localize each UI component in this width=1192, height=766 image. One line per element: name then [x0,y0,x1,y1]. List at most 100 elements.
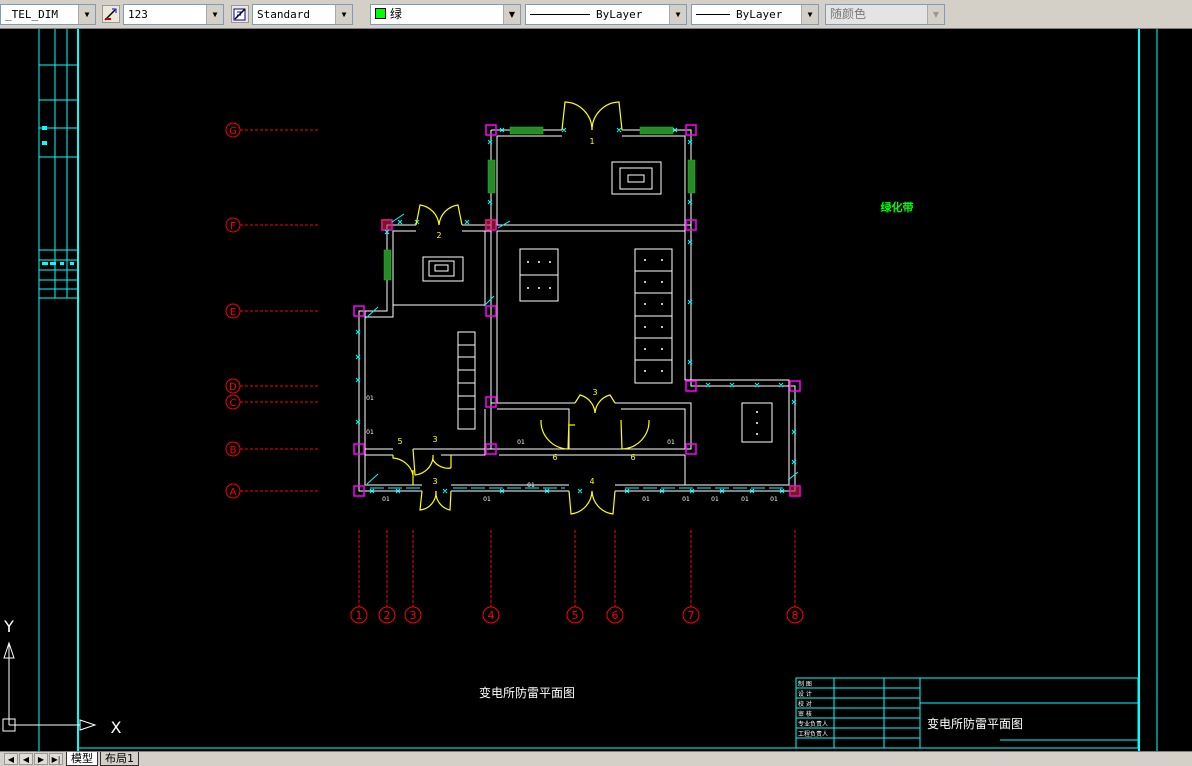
linetype-value: ByLayer [596,8,643,21]
title-block-row: 审 核 [798,710,812,718]
ucs-x-label: X [111,718,122,737]
axis-label-d: D [229,382,237,393]
tab-model-label: 模型 [71,752,93,765]
prev-tab-icon: ◀ [22,755,30,764]
axis-label-8: 8 [792,609,799,622]
room-number: 1 [589,137,594,146]
window-marks [355,127,799,494]
title-block-row: 设 计 [798,690,812,698]
tab-layout1[interactable]: 布局1 [100,752,139,766]
axis-label-3: 3 [410,609,417,622]
room-numbers: 1 2 3 3 3 4 5 6 6 [397,137,635,486]
ucs-y-label: Y [3,617,14,636]
text-style-icon[interactable] [231,5,249,23]
window-tag: 01 [483,496,491,503]
window-tag: 01 [517,439,525,446]
linetype-combo[interactable]: ByLayer ▼ [525,4,687,25]
tab-model[interactable]: 模型 [66,752,98,766]
axis-label-6: 6 [612,609,619,622]
lineweight-value: ByLayer [736,8,783,21]
axis-label-2: 2 [384,609,391,622]
title-block-rows: 制 图 设 计 校 对 审 核 专业负责人 工程负责人 [798,680,828,738]
properties-toolbar: _TEL_DIM ▼ 123 ▼ Standard ▼ 绿 ▼ ByLayer … [0,0,1192,29]
lineweight-sample [696,14,730,15]
green-color-swatch [375,8,386,19]
last-tab-button[interactable]: ▶| [49,753,63,765]
axis-label-b: B [230,445,237,456]
plan-title: 变电所防雷平面图 [479,685,575,700]
chevron-down-icon[interactable]: ▼ [78,5,95,24]
room-number: 2 [436,231,441,240]
room-number: 6 [552,453,557,462]
room-number: 3 [592,388,597,397]
title-block-row: 制 图 [798,680,812,688]
room-number: 5 [397,437,402,446]
window-tag: 01 [770,496,778,503]
drawing-frame [38,29,1158,751]
window-tag: 01 [382,496,390,503]
last-tab-icon: ▶| [51,755,61,764]
next-tab-button[interactable]: ▶ [34,753,48,765]
chevron-down-icon[interactable]: ▼ [801,5,818,24]
title-block-row: 专业负责人 [798,720,828,728]
axis-label-c: C [230,398,237,409]
next-tab-icon: ▶ [37,755,45,764]
first-tab-button[interactable]: ◀ [4,753,18,765]
room-number: 4 [589,477,594,486]
window-tag: 01 [366,395,374,402]
left-strip-marks [42,126,74,265]
text-height-combo[interactable]: 123 ▼ [123,4,224,25]
chevron-down-icon[interactable]: ▼ [503,5,520,24]
dim-style-combo[interactable]: _TEL_DIM ▼ [0,4,96,25]
axis-label-5: 5 [572,609,579,622]
title-block-row: 工程负责人 [798,730,828,738]
text-height-value: 123 [128,8,148,21]
window-tag: 01 [667,439,675,446]
ucs-icon [2,641,97,732]
building-columns [353,124,801,497]
color-combo[interactable]: 绿 ▼ [370,4,521,25]
window-tag: 01 [682,496,690,503]
axis-label-1: 1 [356,609,363,622]
chevron-down-icon[interactable]: ▼ [669,5,686,24]
tab-layout1-label: 布局1 [105,752,134,765]
lineweight-combo[interactable]: ByLayer ▼ [691,4,819,25]
green-belt-label: 绿化带 [881,200,914,214]
doors [392,101,650,515]
dim-style-value: _TEL_DIM [5,8,58,21]
text-style-combo[interactable]: Standard ▼ [252,4,353,25]
axis-label-7: 7 [688,609,695,622]
linetype-sample [530,14,590,15]
title-block [795,677,1139,749]
chevron-down-icon[interactable]: ▼ [335,5,352,24]
column-axis-labels: 1 2 3 4 5 6 7 8 [356,609,799,622]
drawing-canvas[interactable]: G F E D C B A 1 2 3 4 5 6 7 8 1 2 3 3 3 … [0,29,1192,751]
window-tag: 01 [741,496,749,503]
room-number: 6 [630,453,635,462]
first-tab-icon: ◀ [7,755,15,764]
plot-style-value: 随颜色 [830,7,867,21]
title-block-row: 校 对 [798,700,812,708]
plot-style-combo[interactable]: 随颜色 ▼ [825,4,945,25]
layout-tab-bar: ◀ ◀ ▶ ▶| 模型 布局1 [0,751,1192,766]
window-tag: 01 [642,496,650,503]
title-block-title: 变电所防雷平面图 [927,716,1023,731]
axis-label-e: E [230,307,236,318]
prev-tab-button[interactable]: ◀ [19,753,33,765]
axis-label-4: 4 [488,609,495,622]
axis-label-a: A [230,487,237,498]
window-tag: 01 [527,482,535,489]
chevron-down-icon[interactable]: ▼ [206,5,223,24]
row-axes: G F E D C B A [225,122,318,499]
building-walls [358,129,796,492]
window-tag: 01 [366,429,374,436]
chevron-down-icon: ▼ [927,5,944,24]
room-number: 3 [432,477,437,486]
color-value: 绿 [390,7,403,21]
axis-label-g: G [229,126,237,137]
axis-label-f: F [230,221,236,232]
dim-style-icon[interactable] [102,5,120,23]
equipment [422,161,773,443]
room-number: 3 [432,435,437,444]
text-style-value: Standard [257,8,310,21]
